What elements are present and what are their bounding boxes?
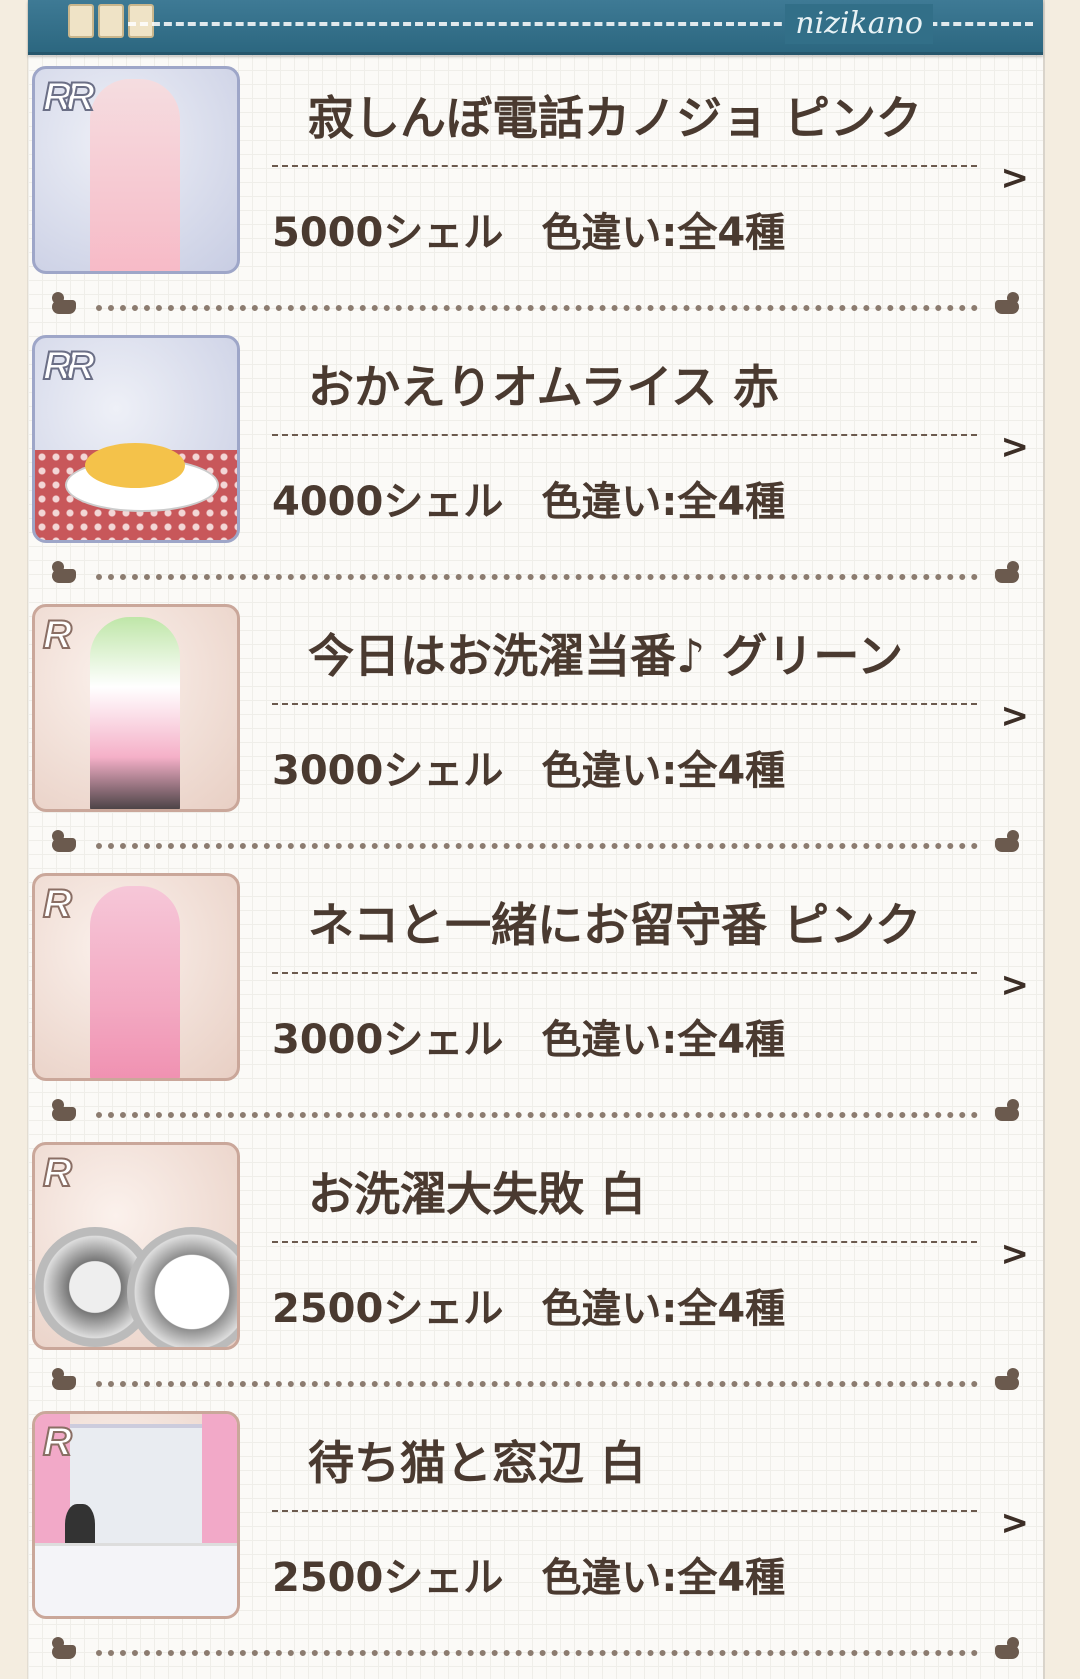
duck-icon — [995, 561, 1021, 583]
rarity-badge: RR — [42, 343, 96, 389]
girl-with-cat-image — [90, 886, 180, 1078]
item-variants: 色違い:全4種 — [541, 748, 786, 794]
duck-icon — [50, 561, 76, 583]
omurice-image — [85, 443, 185, 488]
item-variants: 色違い:全4種 — [541, 479, 786, 525]
duck-icon — [995, 292, 1021, 314]
item-price-line: 5000シェル 色違い:全4種 — [272, 200, 785, 258]
divider — [272, 1510, 977, 1512]
item-title: 待ち猫と窓辺 白 — [308, 1436, 647, 1490]
divider — [272, 703, 977, 705]
ticket-icon — [128, 4, 154, 38]
list-item[interactable]: R 待ち猫と窓辺 白 2500シェル 色違い:全4種 > — [28, 1407, 1043, 1676]
dotted-divider — [96, 574, 978, 580]
dotted-divider — [96, 1650, 978, 1656]
item-title: 寂しんぼ電話カノジョ ピンク — [308, 91, 923, 145]
item-price: 3000シェル — [272, 748, 504, 794]
item-thumbnail: R — [32, 873, 240, 1081]
ticket-icon — [98, 4, 124, 38]
item-title: ネコと一緒にお留守番 ピンク — [308, 898, 922, 952]
sofa-image — [35, 1543, 237, 1616]
duck-icon — [50, 1099, 76, 1121]
washing-machine-image — [127, 1227, 237, 1347]
chevron-right-icon[interactable]: > — [1001, 965, 1030, 1005]
item-price-line: 4000シェル 色違い:全4種 — [272, 469, 785, 527]
duck-icon — [50, 830, 76, 852]
ticket-icon — [68, 4, 94, 38]
item-price: 3000シェル — [272, 1017, 504, 1063]
dotted-divider — [96, 305, 978, 311]
brand-label: nizikano — [785, 4, 933, 44]
chevron-right-icon[interactable]: > — [1001, 427, 1030, 467]
divider — [272, 434, 977, 436]
rarity-badge: R — [42, 1419, 73, 1465]
dotted-divider — [96, 1112, 978, 1118]
rarity-badge: R — [42, 881, 73, 927]
item-title: 今日はお洗濯当番♪ グリーン — [308, 629, 904, 683]
item-thumbnail: RR — [32, 335, 240, 543]
item-thumbnail: R — [32, 604, 240, 812]
duck-icon — [995, 830, 1021, 852]
rarity-badge: RR — [42, 74, 96, 120]
chevron-right-icon[interactable]: > — [1001, 1503, 1030, 1543]
item-price: 4000シェル — [272, 479, 504, 525]
item-title: お洗濯大失敗 白 — [308, 1167, 647, 1221]
item-price-line: 3000シェル 色違い:全4種 — [272, 738, 785, 796]
divider — [272, 1241, 977, 1243]
chevron-right-icon[interactable]: > — [1001, 158, 1030, 198]
item-variants: 色違い:全4種 — [541, 1286, 786, 1332]
chevron-right-icon[interactable]: > — [1001, 1234, 1030, 1274]
item-price: 2500シェル — [272, 1555, 504, 1601]
pink-shirt-girl-image — [90, 79, 180, 271]
item-price-line: 2500シェル 色違い:全4種 — [272, 1276, 785, 1334]
item-price-line: 2500シェル 色違い:全4種 — [272, 1545, 785, 1603]
item-thumbnail: R — [32, 1411, 240, 1619]
item-price-line: 3000シェル 色違い:全4種 — [272, 1007, 785, 1065]
item-price: 2500シェル — [272, 1286, 504, 1332]
duck-icon — [50, 292, 76, 314]
duck-icon — [995, 1368, 1021, 1390]
list-item[interactable]: R 今日はお洗濯当番♪ グリーン 3000シェル 色違い:全4種 > — [28, 600, 1043, 869]
item-variants: 色違い:全4種 — [541, 1555, 786, 1601]
item-thumbnail: R — [32, 1142, 240, 1350]
ticket-icons — [68, 4, 154, 38]
header-bar: nizikano — [28, 0, 1043, 55]
rarity-badge: R — [42, 1150, 73, 1196]
item-thumbnail: RR — [32, 66, 240, 274]
list-item[interactable]: RR 寂しんぼ電話カノジョ ピンク 5000シェル 色違い:全4種 > — [28, 62, 1043, 331]
item-title: おかえりオムライス 赤 — [308, 360, 779, 414]
item-variants: 色違い:全4種 — [541, 210, 786, 256]
rarity-badge: R — [42, 612, 73, 658]
divider — [272, 165, 977, 167]
duck-icon — [50, 1637, 76, 1659]
item-variants: 色違い:全4種 — [541, 1017, 786, 1063]
dotted-divider — [96, 1381, 978, 1387]
divider — [272, 972, 977, 974]
chevron-right-icon[interactable]: > — [1001, 696, 1030, 736]
duck-icon — [995, 1637, 1021, 1659]
laundry-girl-image — [90, 617, 180, 809]
duck-icon — [995, 1099, 1021, 1121]
list-item[interactable]: RR おかえりオムライス 赤 4000シェル 色違い:全4種 > — [28, 331, 1043, 600]
dotted-divider — [96, 843, 978, 849]
duck-icon — [50, 1368, 76, 1390]
item-price: 5000シェル — [272, 210, 504, 256]
list-item[interactable]: R お洗濯大失敗 白 2500シェル 色違い:全4種 > — [28, 1138, 1043, 1407]
list-item[interactable]: R ネコと一緒にお留守番 ピンク 3000シェル 色違い:全4種 > — [28, 869, 1043, 1138]
